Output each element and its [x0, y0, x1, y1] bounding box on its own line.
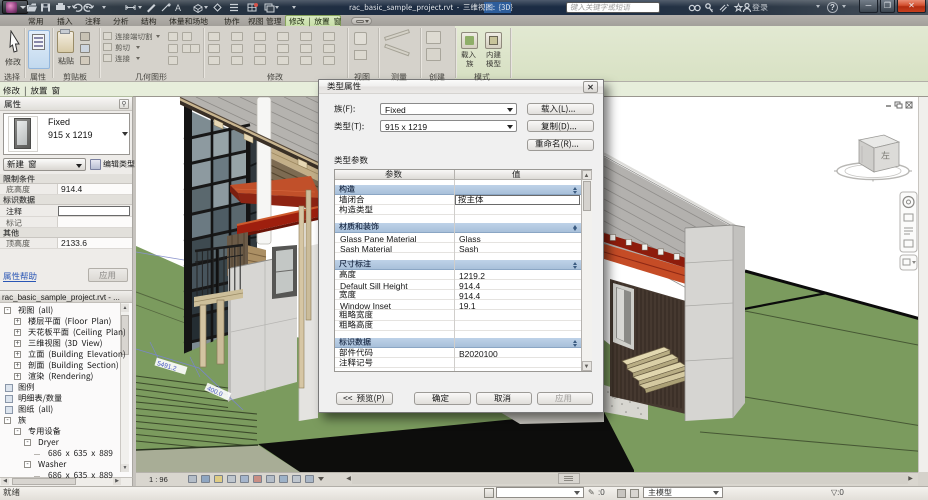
- svg-text:A: A: [175, 3, 181, 13]
